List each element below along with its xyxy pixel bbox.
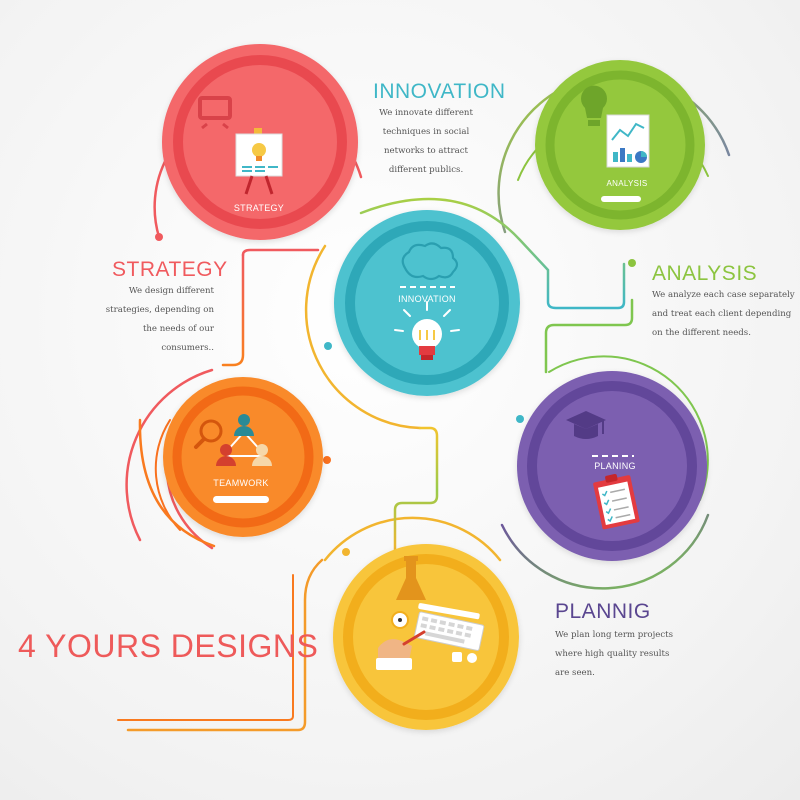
dot-analysis — [628, 259, 636, 267]
strategy-description-line: We design different — [128, 286, 214, 296]
innovation-description-line: different publics. — [388, 165, 464, 175]
plannig-node — [333, 544, 519, 730]
plannig-heading: PLANNIG — [555, 600, 651, 623]
strategy-heading: STRATEGY — [112, 258, 228, 281]
right-connector-lower — [544, 298, 634, 374]
analysis-heading: ANALYSIS — [652, 262, 758, 285]
analysis-node — [535, 60, 705, 230]
teamwork-node — [163, 377, 323, 537]
dot-plannig — [342, 548, 350, 556]
strategy-description-line: strategies, depending on — [105, 305, 214, 315]
strategy-description-line: the needs of our — [142, 324, 214, 334]
analysis-description-line: and treat each client depending — [652, 309, 792, 319]
teamwork-circle-label: TEAMWORK — [213, 478, 269, 488]
analysis-bar — [601, 196, 641, 202]
innovation-description-line: We innovate different — [379, 108, 473, 118]
innovation-circle-label: INNOVATION — [398, 294, 456, 304]
strategy-description: We design different strategies, dependin… — [94, 282, 214, 358]
planing-circle-label: PLANING — [594, 461, 636, 471]
innovation-description: We innovate different techniques in soci… — [366, 104, 486, 180]
plannig-description-line: are seen. — [555, 668, 595, 678]
central-connector — [393, 426, 439, 554]
innovation-description-line: techniques in social — [382, 127, 470, 137]
plannig-description-line: We plan long term projects — [555, 630, 674, 640]
teamwork-bar — [213, 496, 269, 503]
strategy-circle-label: STRATEGY — [233, 203, 285, 213]
plannig-description-line: where high quality results — [555, 649, 670, 659]
main-title: 4 YOURS DESIGNS — [18, 628, 319, 664]
dot-innovation — [324, 342, 332, 350]
strategy-description-line: consumers.. — [161, 343, 214, 353]
analysis-description: We analyze each case separately and trea… — [652, 286, 798, 343]
analysis-description-line: We analyze each case separately — [652, 290, 795, 300]
dot-teamwork — [323, 456, 331, 464]
innovation-description-line: networks to attract — [384, 146, 468, 156]
innovation-heading: INNOVATION — [373, 80, 506, 103]
analysis-description-line: on the different needs. — [652, 328, 751, 338]
dot-strategy — [155, 233, 163, 241]
dot-planing — [516, 415, 524, 423]
plannig-description: We plan long term projects where high qu… — [555, 626, 705, 683]
left-connector-top — [241, 248, 320, 257]
analysis-circle-label: ANALYSIS — [606, 179, 648, 188]
